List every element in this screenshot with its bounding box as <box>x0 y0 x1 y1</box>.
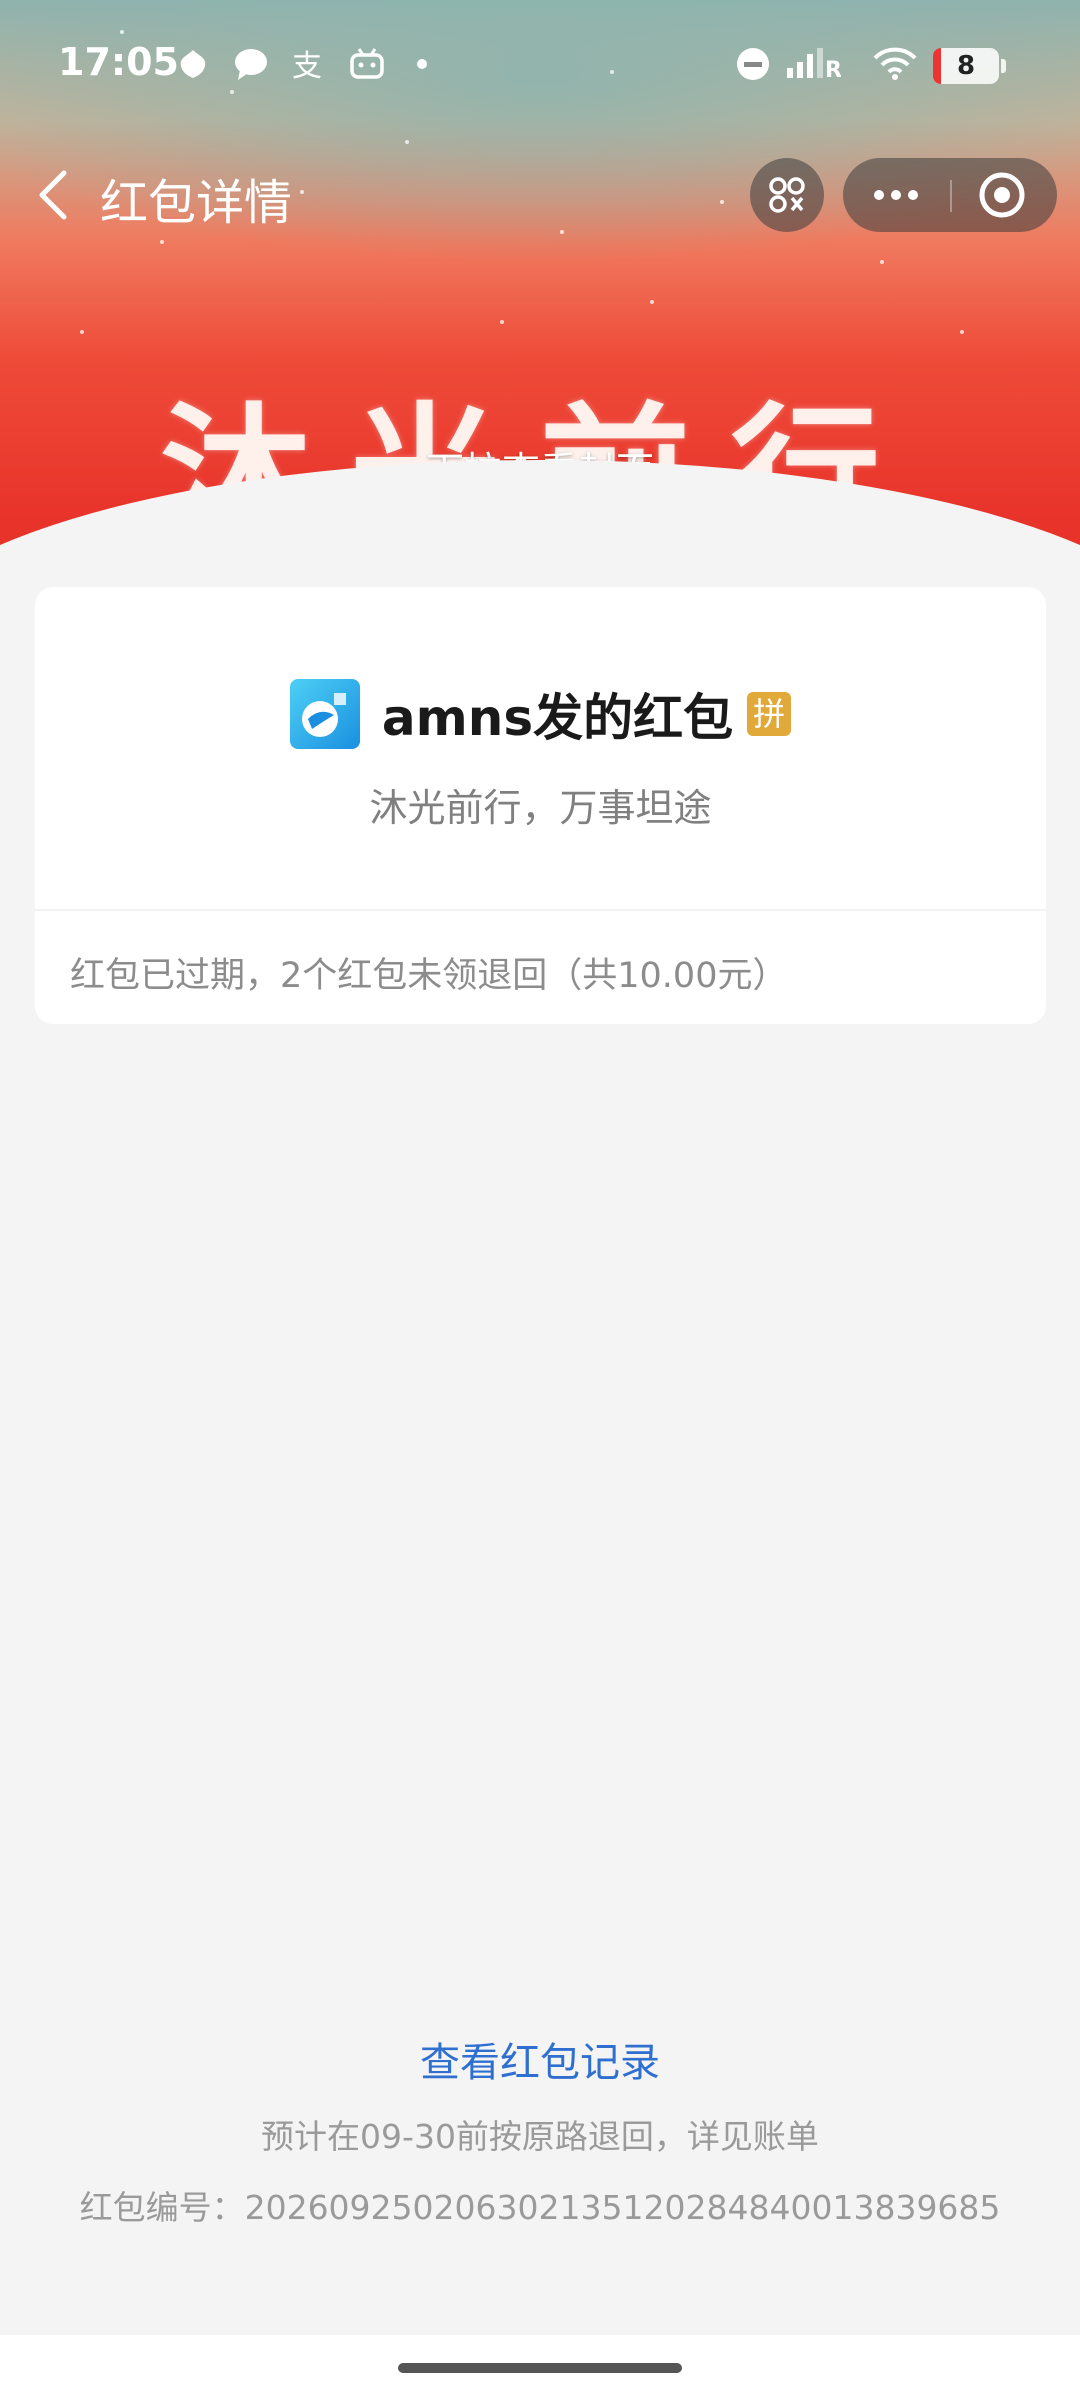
home-indicator[interactable] <box>398 2363 682 2373</box>
chat-bubble-icon <box>235 49 267 80</box>
battery-indicator: 8 <box>933 48 1006 84</box>
avatar[interactable] <box>289 679 360 749</box>
petal-icon <box>180 50 206 78</box>
scan-button[interactable] <box>750 158 824 232</box>
scan-icon <box>769 177 805 213</box>
sender-row: amns发的红包 拼 <box>35 679 1046 749</box>
svg-text:支: 支 <box>292 49 322 82</box>
alipay-icon: 支 <box>292 49 322 82</box>
close-button[interactable] <box>951 158 1057 232</box>
close-target-icon <box>979 172 1025 218</box>
dot-icon <box>417 59 427 69</box>
avatar-image <box>301 693 346 737</box>
status-bar: 17:05 支 R 8 <box>0 0 1080 130</box>
more-dots-icon <box>874 190 918 200</box>
mini-program-capsule <box>843 158 1057 232</box>
svg-text:R: R <box>825 58 841 82</box>
signal-icon: R <box>787 48 841 82</box>
more-button[interactable] <box>843 158 949 232</box>
bilibili-icon <box>350 48 384 79</box>
wifi-icon <box>873 47 917 80</box>
card-divider <box>35 909 1046 911</box>
dnd-icon <box>737 48 769 80</box>
packet-serial-number: 红包编号：2026092502063021351202848400138396​… <box>79 2188 1001 2227</box>
expired-status-note: 红包已过期，2个红包未领退回（共10.00元） <box>70 956 788 996</box>
red-packet-card: amns发的红包 拼 沐光前行，万事坦途 红包已过期，2个红包未领退回（共10.… <box>35 587 1046 1024</box>
refund-note: 预计在09-30前按原路退回，详见账单 <box>261 2117 819 2156</box>
sender-title: amns发的红包 <box>381 689 734 747</box>
back-arrow-icon[interactable] <box>28 165 78 225</box>
status-time: 17:05 <box>58 40 179 84</box>
view-records-link[interactable]: 查看红包记录 <box>0 2030 1080 2088</box>
page-title: 红包详情 <box>100 175 293 231</box>
group-badge: 拼 <box>747 692 792 736</box>
blessing-text: 沐光前行，万事坦途 <box>369 786 712 830</box>
